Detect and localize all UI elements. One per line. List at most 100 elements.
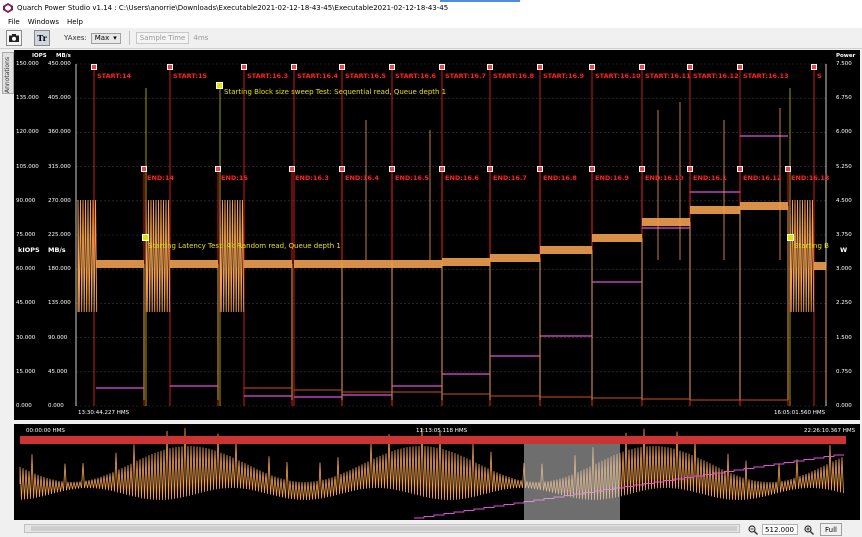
annotation-marker-block[interactable] — [216, 82, 223, 89]
start-marker-icon[interactable] — [537, 64, 543, 70]
end-label: END:16.1 — [693, 174, 727, 182]
annotations-tab-label: Annotations — [4, 56, 11, 93]
end-label: END:16.9 — [595, 174, 629, 182]
start-label: START:16.7 — [445, 72, 487, 80]
zoom-in-icon[interactable] — [804, 524, 814, 535]
horizontal-scrollbar[interactable] — [24, 524, 740, 533]
start-label: START:16.5 — [345, 72, 387, 80]
end-marker-icon[interactable] — [639, 166, 645, 172]
zoom-out-icon[interactable] — [748, 524, 758, 535]
iops-band — [540, 246, 592, 254]
end-marker-icon[interactable] — [289, 166, 295, 172]
end-marker-icon[interactable] — [339, 166, 345, 172]
start-marker-icon[interactable] — [167, 64, 173, 70]
start-marker-icon[interactable] — [639, 64, 645, 70]
iops-tick: 0.000 — [16, 403, 32, 409]
overview-plot[interactable]: 00:00:00 HMS 11:13:05.118 HMS 22:26:10.3… — [14, 424, 860, 520]
start-marker-icon[interactable] — [291, 64, 297, 70]
annotation-right: Starting B — [794, 242, 829, 250]
end-label: END:15 — [221, 174, 248, 182]
end-label: END:16.10 — [645, 174, 684, 182]
mbs-header: MB/s — [56, 53, 71, 59]
yaxes-select[interactable]: Max ▾ — [90, 32, 121, 44]
power-tick: 3.750 — [836, 232, 852, 238]
start-marker-icon[interactable] — [389, 64, 395, 70]
iops-tick: 45.000 — [16, 300, 36, 307]
mbs-tick: 0.000 — [48, 403, 64, 409]
end-marker-icon[interactable] — [215, 166, 221, 172]
end-marker-icon[interactable] — [785, 166, 791, 172]
overview-time-end: 22:26:10.367 HMS — [804, 428, 856, 434]
mbs-tick: 315.000 — [48, 163, 71, 170]
scrollbar-thumb[interactable] — [31, 526, 737, 531]
start-marker-icon[interactable] — [589, 64, 595, 70]
end-marker-icon[interactable] — [389, 166, 395, 172]
end-marker-icon[interactable] — [737, 166, 743, 172]
end-label: END:16.3 — [295, 174, 329, 182]
power-header: Power — [836, 53, 856, 59]
iops-tick: 60.000 — [16, 266, 36, 273]
iops-burst — [219, 199, 245, 313]
start-label: START:16.13 — [743, 72, 789, 80]
start-marker-icon[interactable] — [811, 64, 817, 70]
start-marker-icon[interactable] — [91, 64, 97, 70]
mbs-tick: 135.000 — [48, 300, 71, 307]
mbs-tick: 405.000 — [48, 95, 71, 102]
watts-axis-label: W — [840, 246, 848, 254]
toolbar-separator — [128, 31, 130, 45]
yaxes-value: Max — [94, 34, 110, 42]
end-marker-icon[interactable] — [141, 166, 147, 172]
annotation-marker-right[interactable] — [787, 234, 794, 241]
start-marker-icon[interactable] — [737, 64, 743, 70]
screenshot-button[interactable] — [6, 30, 22, 46]
text-toggle-label: Tr — [37, 33, 47, 43]
iops-band — [740, 202, 788, 210]
menu-windows[interactable]: Windows — [28, 18, 59, 26]
end-marker-icon[interactable] — [487, 166, 493, 172]
iops-tick: 135.000 — [16, 95, 39, 102]
end-marker-icon[interactable] — [687, 166, 693, 172]
end-marker-icon[interactable] — [537, 166, 543, 172]
iops-band — [170, 260, 218, 268]
start-marker-icon[interactable] — [241, 64, 247, 70]
start-label: START:16.3 — [247, 72, 289, 80]
menu-help[interactable]: Help — [67, 18, 83, 26]
yaxes-label: YAxes: — [64, 34, 87, 42]
start-marker-icon[interactable] — [439, 64, 445, 70]
iops-band — [294, 260, 342, 268]
annotation-marker-latency[interactable] — [142, 234, 149, 241]
power-tick: 0.750 — [836, 368, 852, 375]
overview-selection[interactable] — [524, 444, 620, 520]
text-toggle-button[interactable]: Tr — [34, 30, 50, 46]
power-tick: 2.250 — [836, 300, 852, 307]
menu-file[interactable]: File — [8, 18, 20, 26]
chevron-down-icon: ▾ — [113, 34, 117, 42]
start-label: START:16.6 — [395, 72, 437, 80]
full-zoom-button[interactable]: Full — [820, 523, 842, 536]
window-title: Quarch Power Studio v1.14 : C:\Users\ano… — [17, 4, 449, 12]
start-label: START:16.8 — [493, 72, 535, 80]
annotations-side-tab[interactable]: Annotations — [2, 52, 14, 94]
iops-band — [592, 234, 642, 242]
power-tick: 5.250 — [836, 163, 852, 170]
mbs-tick: 225.000 — [48, 232, 71, 238]
power-tick: 1.500 — [836, 334, 852, 341]
end-marker-icon[interactable] — [439, 166, 445, 172]
start-label: START:16.4 — [297, 72, 339, 80]
iops-band — [814, 262, 826, 270]
end-label: END:16.4 — [345, 174, 379, 182]
iops-tick: 120.000 — [16, 129, 39, 136]
start-label: START:14 — [97, 72, 132, 80]
power-tick: 6.000 — [836, 129, 852, 136]
start-marker-icon[interactable] — [487, 64, 493, 70]
iops-band — [244, 260, 292, 268]
iops-tick: 90.000 — [16, 197, 36, 204]
start-label: S — [817, 72, 822, 80]
end-label: END:16.5 — [395, 174, 429, 182]
end-marker-icon[interactable] — [589, 166, 595, 172]
start-marker-icon[interactable] — [339, 64, 345, 70]
sample-time-button[interactable]: Sample Time — [135, 32, 190, 44]
zoom-value-field[interactable]: 512.000 — [762, 524, 798, 535]
start-marker-icon[interactable] — [687, 64, 693, 70]
main-plot[interactable]: IOPS MB/s Power kIOPS MB/s W 150.000 450.… — [14, 50, 860, 420]
